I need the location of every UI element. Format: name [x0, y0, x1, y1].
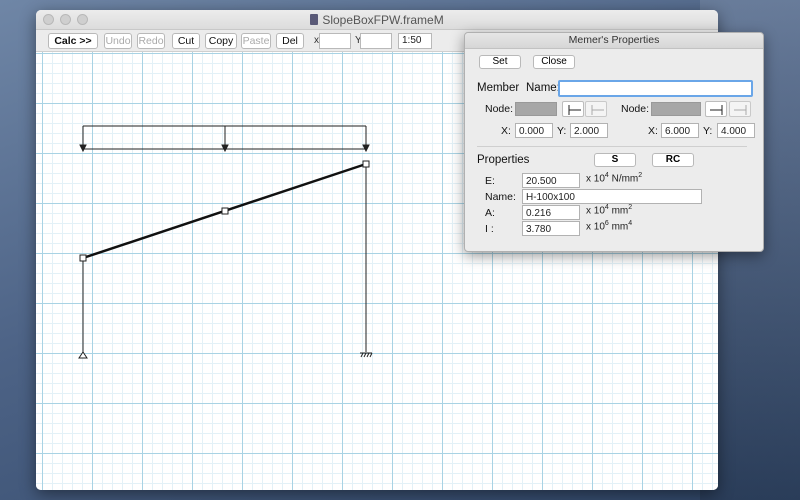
set-button[interactable]: Set: [479, 55, 521, 69]
name-label: Name:: [526, 82, 560, 94]
node-right[interactable]: [362, 160, 370, 168]
y-coord-input[interactable]: [360, 33, 392, 49]
node-end-fixed-toggle[interactable]: [705, 101, 727, 117]
node-label-end: Node:: [621, 103, 650, 115]
node-start-fixed-toggle[interactable]: [562, 101, 584, 117]
title-bar: SlopeBoxFPW.frameM: [36, 10, 718, 30]
load-arrowhead-right: [362, 144, 370, 153]
fixed-support-icon[interactable]: [360, 352, 373, 358]
e-label: E:: [485, 175, 495, 187]
undo-button[interactable]: Undo: [104, 33, 132, 49]
y-label-end: Y:: [703, 125, 713, 137]
rc-button[interactable]: RC: [652, 153, 694, 167]
a-unit: x 104 mm2: [586, 204, 633, 217]
section-name-label: Name:: [485, 191, 516, 203]
i-unit: x 106 mm4: [586, 220, 633, 233]
node-start-color: [515, 102, 557, 116]
document-icon: [310, 14, 319, 25]
node-start-y-input[interactable]: 2.000: [570, 123, 608, 138]
load-arrowhead-middle: [221, 144, 229, 153]
node-middle[interactable]: [221, 207, 229, 215]
cut-button[interactable]: Cut: [172, 33, 200, 49]
member-properties-panel: Memer's Properties Set Close Member Name…: [464, 32, 764, 252]
delete-button[interactable]: Del: [276, 33, 304, 49]
scale-input[interactable]: 1:50: [398, 33, 432, 49]
a-input[interactable]: 0.216: [522, 205, 580, 220]
e-unit: x 104 N/mm2: [586, 172, 643, 185]
node-start-pin-toggle[interactable]: [585, 101, 607, 117]
distributed-load[interactable]: [79, 125, 370, 153]
copy-button[interactable]: Copy: [205, 33, 237, 49]
member-name-input[interactable]: [558, 80, 753, 97]
redo-button[interactable]: Redo: [137, 33, 165, 49]
node-start-x-input[interactable]: 0.000: [515, 123, 553, 138]
x-coord-input[interactable]: [319, 33, 351, 49]
node-label-start: Node:: [485, 103, 514, 115]
close-button[interactable]: Close: [533, 55, 575, 69]
x-label-start: X:: [501, 125, 511, 137]
calc-button[interactable]: Calc >>: [48, 33, 98, 49]
window-title-text: SlopeBoxFPW.frameM: [322, 13, 444, 27]
node-left[interactable]: [79, 254, 87, 262]
i-input[interactable]: 3.780: [522, 221, 580, 236]
properties-label: Properties: [477, 154, 530, 166]
node-end-color: [651, 102, 701, 116]
node-end-x-input[interactable]: 6.000: [661, 123, 699, 138]
y-label-start: Y:: [557, 125, 567, 137]
paste-button[interactable]: Paste: [241, 33, 271, 49]
section-name-input[interactable]: H-100x100: [522, 189, 702, 204]
panel-divider: [477, 146, 747, 147]
e-input[interactable]: 20.500: [522, 173, 580, 188]
i-label: I :: [485, 223, 494, 235]
panel-title: Memer's Properties: [465, 33, 763, 49]
load-arrowhead-left: [79, 144, 87, 153]
x-label-end: X:: [648, 125, 658, 137]
pin-support-icon[interactable]: [78, 351, 88, 359]
a-label: A:: [485, 207, 495, 219]
node-end-pin-toggle[interactable]: [729, 101, 751, 117]
node-end-y-input[interactable]: 4.000: [717, 123, 755, 138]
steel-button[interactable]: S: [594, 153, 636, 167]
member-label: Member: [477, 82, 520, 94]
window-title: SlopeBoxFPW.frameM: [36, 13, 718, 27]
